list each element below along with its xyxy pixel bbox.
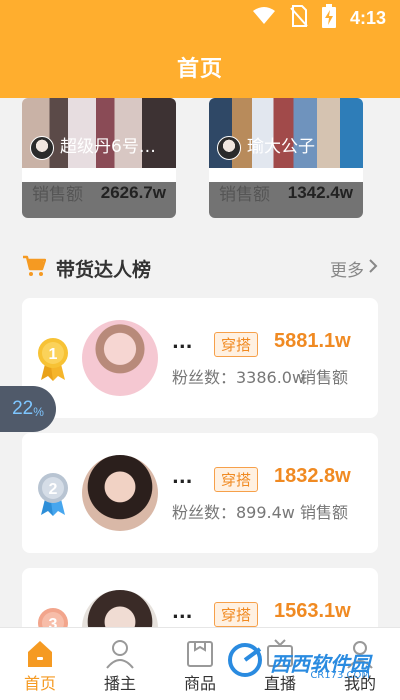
progress-bubble[interactable]: 22 % [0, 386, 56, 432]
silver-medal-icon: 2 [36, 471, 70, 517]
status-icons: 4:13 [252, 4, 386, 32]
sales-value: 1342.4w [287, 182, 353, 202]
user-icon [104, 638, 136, 670]
battery-charging-icon [321, 4, 336, 32]
bronze-medal-icon: 3 [36, 606, 70, 627]
sales-label: 销售额 [219, 185, 270, 205]
gold-medal-icon: 1 [36, 336, 70, 382]
goods-icon [184, 638, 216, 670]
watermark-sub: CR173.COM [310, 670, 370, 681]
sales-caption: 销售额 [300, 368, 349, 387]
sales-amount: 5881.1w [274, 330, 351, 352]
progress-value: 22 [12, 398, 34, 419]
live-card[interactable]: 超级丹6号三… 销售额 2626.7w [22, 98, 176, 218]
tab-home[interactable]: 首页 [0, 628, 80, 700]
no-sim-icon [290, 5, 308, 31]
sales-value: 2626.7w [100, 182, 166, 202]
chevron-right-icon [368, 258, 378, 279]
sales-label: 销售额 [32, 185, 83, 205]
person-name: ... [172, 602, 193, 623]
category-tag: 穿搭 [214, 602, 259, 627]
anchor-avatar [217, 136, 241, 160]
ranking-card[interactable]: 3 ... 穿搭 1563.1w [22, 568, 378, 627]
person-name: ... [172, 332, 193, 353]
person-name: ... [172, 467, 193, 488]
tab-streamers[interactable]: 播主 [80, 628, 160, 700]
status-time: 4:13 [349, 7, 386, 28]
fans-count: 粉丝数：3386.0w [172, 368, 306, 387]
wifi-icon [252, 6, 276, 30]
category-tag: 穿搭 [214, 467, 259, 492]
home-content[interactable]: 超级丹6号三… 销售额 2626.7w 瑜大公子 销售额 1342.4w 带货达… [0, 98, 400, 627]
more-label: 更多 [330, 260, 364, 281]
live-card[interactable]: 瑜大公子 销售额 1342.4w [209, 98, 363, 218]
watermark: 西西软件园 CR173.COM [226, 640, 374, 684]
category-tag: 穿搭 [214, 332, 259, 357]
sales-amount: 1563.1w [274, 600, 351, 622]
ranking-card[interactable]: 2 ... 穿搭 1832.8w 粉丝数：899.4w 销售额 [22, 433, 378, 553]
ranking-section-header: 带货达人榜 更多 [22, 254, 378, 282]
svg-text:1: 1 [49, 346, 58, 363]
avatar [82, 320, 158, 396]
avatar [82, 590, 158, 627]
sales-amount: 1832.8w [274, 465, 351, 487]
anchor-name: 瑜大公子 [247, 137, 315, 157]
tab-label: 首页 [23, 674, 56, 693]
ranking-card[interactable]: 1 ... 穿搭 5881.1w 粉丝数：3386.0w 销售额 [22, 298, 378, 418]
avatar [82, 455, 158, 531]
svg-text:3: 3 [49, 616, 58, 627]
title-bar: 首页 [0, 36, 400, 98]
section-title: 带货达人榜 [56, 258, 152, 281]
page-title: 首页 [176, 57, 223, 82]
cart-icon [22, 255, 47, 281]
tab-label: 商品 [183, 674, 216, 693]
sales-row: 销售额 1342.4w [219, 180, 353, 206]
more-link[interactable]: 更多 [330, 256, 378, 281]
svg-text:2: 2 [49, 481, 58, 498]
home-icon [24, 638, 56, 670]
watermark-logo-icon [226, 641, 264, 683]
tab-label: 播主 [103, 674, 136, 693]
progress-unit: % [33, 405, 44, 419]
status-bar: 4:13 [0, 0, 400, 36]
sales-caption: 销售额 [300, 503, 349, 522]
sales-row: 销售额 2626.7w [32, 180, 166, 206]
anchor-name: 超级丹6号三… [60, 137, 172, 157]
fans-count: 粉丝数：899.4w [172, 503, 295, 522]
anchor-avatar [30, 136, 54, 160]
